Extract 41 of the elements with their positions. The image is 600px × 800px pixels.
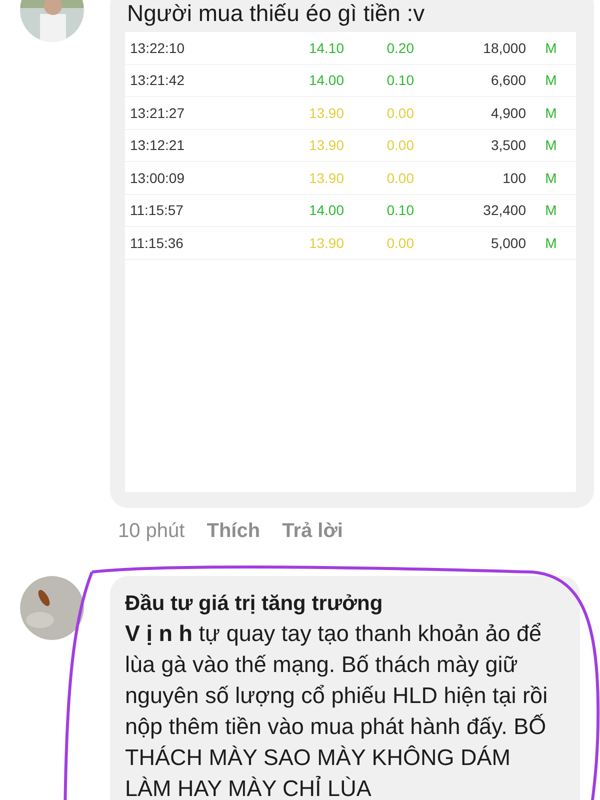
table-cell-text: M — [544, 104, 558, 121]
like-link[interactable]: Thích — [206, 520, 260, 554]
table-cell-text: 0.00 — [386, 104, 414, 121]
table-cell-text: 3,500 — [490, 137, 526, 154]
table-cell-text: 32,400 — [482, 202, 526, 218]
table-cell-text: 13.90 — [308, 104, 344, 121]
table-cell-text: 0.00 — [386, 137, 414, 154]
table-cell-text: 13:21:27 — [129, 104, 186, 121]
table-cell-text: 13:22:10 — [129, 40, 186, 56]
table-cell-text: 6,600 — [490, 72, 526, 88]
table-cell-text: 13:21:42 — [129, 72, 186, 88]
table-cell-text: 11:15:57 — [129, 202, 184, 218]
table-cell-text: M — [544, 234, 558, 251]
table-cell-text: 18,000 — [482, 40, 526, 56]
table-cell-text: 14.00 — [308, 202, 344, 218]
comment-author[interactable]: Đầu tư giá trị tăng trưởng — [125, 590, 562, 618]
table-cell-text: 13:00:09 — [129, 170, 186, 186]
table-cell-text: 4,900 — [490, 104, 526, 121]
table-cell-text: 13.90 — [308, 137, 344, 154]
table-cell-text: M — [544, 40, 558, 56]
comment-text: V ị n h tự quay tay tạo thanh khoản ảo để lùa gà vào thế mạng. Bố thách mày giữ nguyên số lượng cổ phiếu HLD hiện tại rồi nộp thêm tiền vào mua phát hành đấy. BỐ THÁCH MÀY SAO MÀY KHÔNG DÁM LÀM HAY MÀY CHỈ LÙA — [125, 620, 549, 800]
table-cell-text: 11:15:36 — [129, 234, 184, 251]
table-cell-text: M — [544, 202, 558, 218]
table-cell-text: 13:12:21 — [129, 137, 186, 154]
table-cell-text: M — [544, 72, 558, 88]
table-cell-text: 5,000 — [490, 234, 526, 251]
table-cell-text: M — [544, 170, 558, 186]
reply-link[interactable]: Trả lời — [282, 520, 343, 554]
table-cell-text: 14.00 — [308, 72, 344, 88]
table-cell-text: 14.10 — [308, 40, 344, 56]
comment-time: 10 phút — [118, 520, 185, 544]
table-cell-text: 0.00 — [386, 234, 414, 251]
table-cell-text: 0.10 — [386, 72, 414, 88]
table-cell-text: 0.20 — [386, 40, 414, 56]
table-cell-text: 100 — [502, 170, 526, 186]
table-cell-text: 13.90 — [308, 234, 344, 251]
table-cell-text: 0.00 — [386, 170, 414, 186]
table-cell-text: 0.10 — [386, 202, 414, 218]
comment-text: Người mua thiếu éo gì tiền :v — [126, 0, 426, 28]
table-cell-text: M — [544, 137, 558, 154]
table-cell-text: 13.90 — [308, 170, 344, 186]
